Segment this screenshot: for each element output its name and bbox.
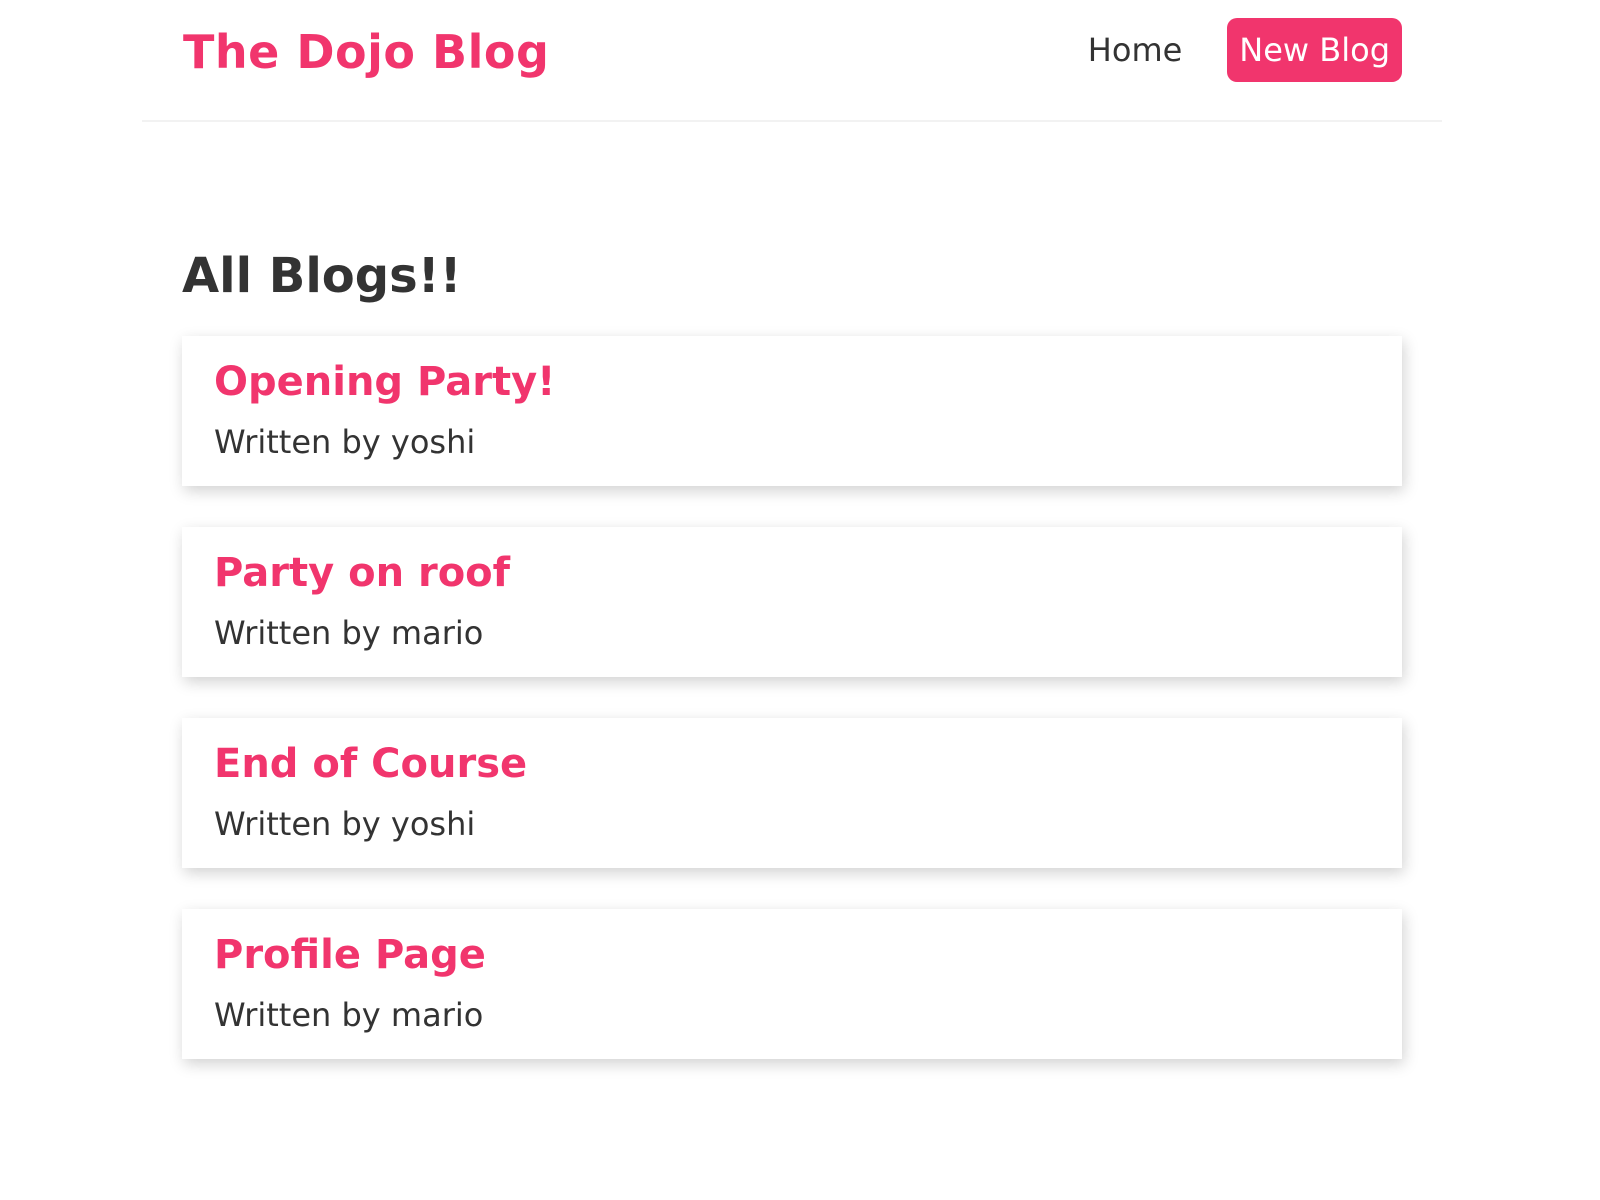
blog-author: Written by mario	[214, 614, 484, 652]
blog-title[interactable]: Party on roof	[214, 547, 1370, 599]
blog-preview[interactable]: Opening Party! Written by yoshi	[182, 336, 1402, 486]
blog-preview[interactable]: End of Course Written by yoshi	[182, 718, 1402, 868]
navbar: The Dojo Blog Home New Blog	[142, 0, 1442, 122]
home-link[interactable]: Home	[1088, 18, 1183, 82]
blog-preview[interactable]: Profile Page Written by mario	[182, 909, 1402, 1059]
blog-author: Written by mario	[214, 996, 484, 1034]
blog-preview[interactable]: Party on roof Written by mario	[182, 527, 1402, 677]
nav-links: Home New Blog	[1088, 18, 1402, 82]
site-title[interactable]: The Dojo Blog	[183, 20, 549, 84]
blog-title[interactable]: End of Course	[214, 738, 1370, 790]
page-title: All Blogs!!	[182, 248, 462, 304]
blog-author: Written by yoshi	[214, 805, 476, 843]
blog-author: Written by yoshi	[214, 423, 476, 461]
new-blog-button[interactable]: New Blog	[1227, 18, 1402, 82]
blog-title[interactable]: Opening Party!	[214, 356, 1370, 408]
blog-list: Opening Party! Written by yoshi Party on…	[182, 336, 1402, 1059]
main-content: All Blogs!! Opening Party! Written by yo…	[182, 240, 1402, 1100]
blog-title[interactable]: Profile Page	[214, 929, 1370, 981]
